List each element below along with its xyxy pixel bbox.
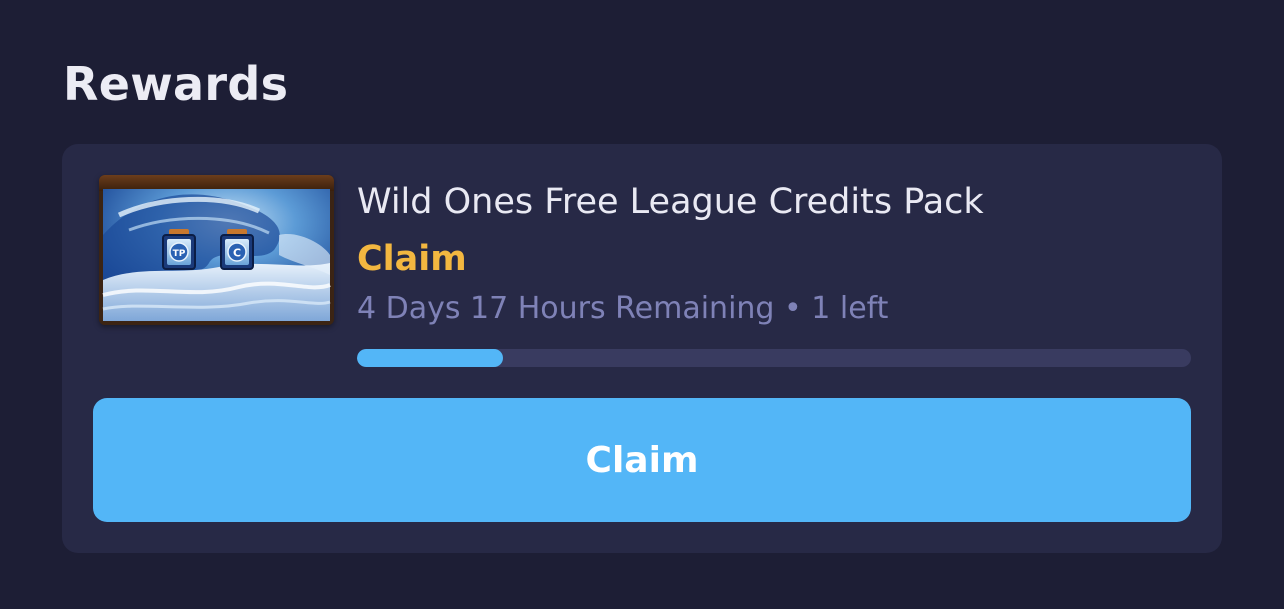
reward-title: Wild Ones Free League Credits Pack <box>357 182 984 222</box>
reward-card: TP C Wild Ones Free League Credits Pack … <box>62 144 1222 553</box>
reward-thumbnail: TP C <box>99 175 334 325</box>
reward-status-label: Claim <box>357 239 467 279</box>
claim-button[interactable]: Claim <box>93 398 1191 522</box>
progress-bar <box>357 349 1191 367</box>
section-title: Rewards <box>63 57 289 111</box>
progress-fill <box>357 349 503 367</box>
tp-badge-icon: TP <box>162 229 196 270</box>
svg-text:TP: TP <box>173 249 186 259</box>
time-remaining-text: 4 Days 17 Hours Remaining • 1 left <box>357 291 889 326</box>
credits-badge-icon: C <box>220 229 254 270</box>
svg-text:C: C <box>233 247 241 260</box>
